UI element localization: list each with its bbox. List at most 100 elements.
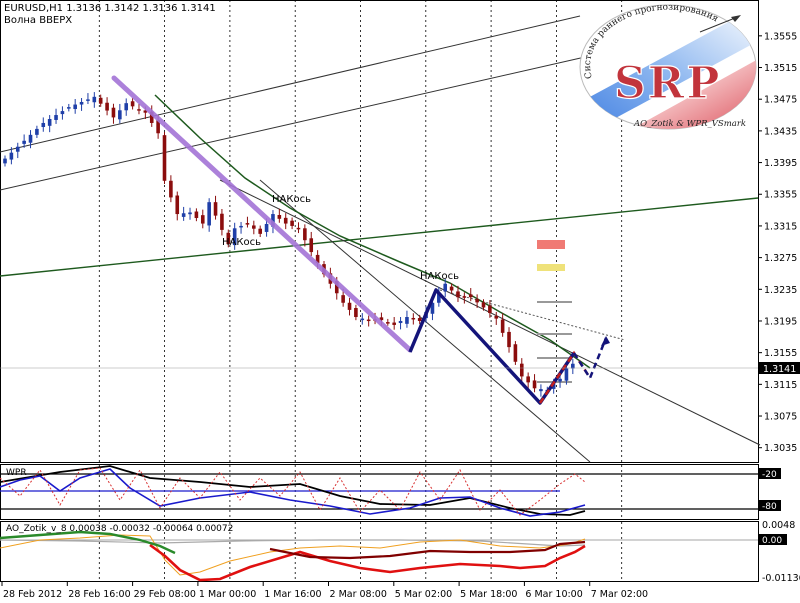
candle-body <box>462 296 467 298</box>
price-tick-label: 1.3475 <box>764 95 797 106</box>
candle-body <box>3 158 7 164</box>
price-tick-label: 1.3515 <box>764 63 797 74</box>
candle-body <box>137 109 141 111</box>
candle-body <box>162 135 167 181</box>
candle-body <box>169 180 173 198</box>
candle-body <box>188 212 192 215</box>
time-axis: 28 Feb 2012 28 Feb 16:00 29 Feb 08:00 1 Mar… <box>1 582 648 600</box>
candle-body <box>118 110 122 120</box>
candle-body <box>15 146 20 152</box>
level-red <box>537 240 565 249</box>
candle-body <box>277 215 282 219</box>
price-axis: 1.3555 1.3515 1.3475 1.3435 1.3395 1.3355 1.33… <box>758 31 797 454</box>
candle-body <box>443 283 448 292</box>
candle-body <box>360 318 365 321</box>
candle-body <box>130 101 135 107</box>
wpr-label: WPR <box>6 468 27 478</box>
price-tick-label: 1.3315 <box>764 221 797 232</box>
candle-body <box>539 389 543 392</box>
candle-body <box>73 104 77 110</box>
candle-body <box>98 97 103 104</box>
time-tick-label: 1 Mar 16:00 <box>264 589 321 600</box>
candle-body <box>22 140 26 144</box>
candle-body <box>252 225 256 229</box>
candle-body <box>41 122 46 128</box>
ao-tick: 0.0048 <box>762 520 795 531</box>
ao-tick: -0.01136 <box>762 573 800 584</box>
candle-body <box>405 317 409 324</box>
annotation-label: НАКось <box>272 194 311 205</box>
candle-body <box>290 220 294 226</box>
candle-body <box>220 213 224 230</box>
time-tick-label: 6 Mar 10:00 <box>525 589 582 600</box>
candle-body <box>245 223 250 225</box>
price-tick-label: 1.3355 <box>764 190 797 201</box>
candle-body <box>9 152 14 160</box>
price-tick-label: 1.3435 <box>764 126 797 137</box>
candle-body <box>207 202 211 226</box>
time-tick-label: 7 Mar 02:00 <box>591 589 648 600</box>
candle-body <box>60 111 65 115</box>
candle-body <box>200 215 205 224</box>
candle-body <box>392 322 396 325</box>
candle-body <box>475 299 479 303</box>
candle-body <box>283 217 288 224</box>
candle-body <box>54 115 58 120</box>
candle-body <box>494 315 499 319</box>
price-tick-label: 1.3115 <box>764 380 797 391</box>
candle-body <box>564 368 569 381</box>
candle-body <box>79 101 84 105</box>
logo-footer: AO_Zotik & WPR_VSmark <box>633 119 746 129</box>
candle-body <box>303 228 307 241</box>
time-tick-label: 1 Mar 00:00 <box>199 589 256 600</box>
wpr-tick: -20 <box>762 470 777 480</box>
candle-body <box>341 295 345 303</box>
candle-body <box>500 319 505 333</box>
price-tick-label: 1.3555 <box>764 31 797 42</box>
price-tick-label: 1.3275 <box>764 253 797 264</box>
candle-body <box>481 302 486 308</box>
price-tick-label: 1.3235 <box>764 285 797 296</box>
time-tick-label: 29 Feb 08:00 <box>134 589 196 600</box>
candle-body <box>111 107 116 118</box>
candle-body <box>92 96 97 103</box>
candle-body <box>213 202 218 216</box>
candle-body <box>175 195 180 215</box>
candle-body <box>488 305 492 314</box>
candle-body <box>347 302 352 310</box>
candle-body <box>398 320 403 324</box>
annotation-label: НАКось <box>222 237 261 248</box>
price-chart: НАКось НАКось НАКось 1.35551.35151.34751… <box>0 0 800 600</box>
price-tick-label: 1.3395 <box>764 158 797 169</box>
candle-body <box>194 211 199 219</box>
chart-title: EURUSD,H1 1.3136 1.3142 1.3136 1.3141 <box>4 3 216 14</box>
candle-body <box>366 319 371 322</box>
candle-body <box>456 291 460 298</box>
candle-body <box>181 213 186 217</box>
candle-body <box>507 331 511 348</box>
candle-body <box>239 225 243 228</box>
candle-body <box>513 344 518 362</box>
price-tick-label: 1.3035 <box>764 443 797 454</box>
candle-body <box>67 107 71 109</box>
candle-body <box>35 128 39 135</box>
time-tick-label: 28 Feb 2012 <box>3 589 62 600</box>
wpr-tick: -80 <box>762 502 777 512</box>
candle-body <box>86 99 90 101</box>
time-tick-label: 28 Feb 16:00 <box>68 589 130 600</box>
candle-body <box>258 228 262 234</box>
level-yellow <box>537 264 565 271</box>
ao-label: AO_Zotik_v_8 0.00038 -0.00032 -0.00064 0… <box>6 524 233 534</box>
annotation-label: НАКось <box>420 271 459 282</box>
candle-body <box>519 363 524 377</box>
candle-body <box>411 317 416 320</box>
price-tick-label: 1.3195 <box>764 316 797 327</box>
price-tick-label: 1.3075 <box>764 412 797 423</box>
candle-body <box>354 307 358 318</box>
candle-body <box>526 376 530 383</box>
candle-body <box>28 134 33 143</box>
candle-body <box>468 294 473 298</box>
candle-body <box>124 103 129 111</box>
candle-body <box>309 238 314 253</box>
price-tick-label: 1.3155 <box>764 348 797 359</box>
